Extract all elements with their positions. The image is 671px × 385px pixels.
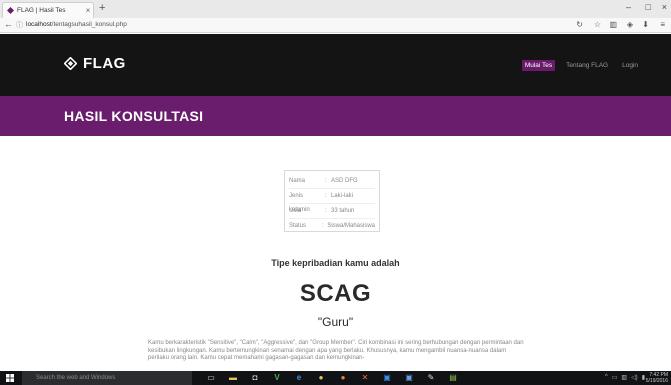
- volume-icon[interactable]: ◁): [631, 374, 638, 381]
- profile-value: Laki-laki: [331, 193, 354, 199]
- paint-icon[interactable]: ✎: [425, 372, 437, 384]
- app-icon[interactable]: ▣: [403, 372, 415, 384]
- store-icon[interactable]: ◘: [249, 372, 261, 384]
- profile-value: ASD DFG: [331, 178, 358, 184]
- flag-favicon-icon: [7, 7, 14, 14]
- profile-value: 33 tahun: [331, 208, 355, 214]
- firefox-icon[interactable]: ●: [337, 372, 349, 384]
- profile-label: Nama: [289, 178, 306, 184]
- new-tab-icon[interactable]: +: [99, 2, 105, 15]
- photoshop-icon[interactable]: ▣: [381, 372, 393, 384]
- taskbar-clock[interactable]: 7:42 PM 5/19/2016: [646, 372, 668, 384]
- taskbar: Search the web and Windows ▭ ▬ ◘ V e ● ●…: [0, 371, 671, 385]
- profile-row: Jenis kelamin : Laki-laki: [289, 189, 375, 213]
- xampp-icon[interactable]: ✕: [359, 372, 371, 384]
- vim-icon[interactable]: V: [271, 372, 283, 384]
- nav-login[interactable]: Login: [619, 60, 641, 71]
- profile-label: Usia: [289, 208, 302, 214]
- browser-tab-title: FLAG | Hasil Tes: [17, 7, 66, 14]
- minimize-icon[interactable]: –: [626, 2, 631, 12]
- nav-tentang-flag[interactable]: Tentang FLAG: [563, 60, 611, 71]
- maximize-icon[interactable]: □: [646, 2, 651, 12]
- taskbar-apps: ▭ ▬ ◘ V e ● ● ✕ ▣ ▣ ✎ ▤: [205, 372, 459, 384]
- window-close-icon[interactable]: ×: [662, 2, 667, 12]
- chrome-icon[interactable]: ●: [315, 372, 327, 384]
- personality-nickname: "Guru": [317, 315, 354, 329]
- profile-label: Status: [289, 223, 307, 229]
- profile-row: Nama : ASD DFG: [289, 174, 375, 189]
- url-text[interactable]: localhost/tentagsuhasil_konsul.php: [26, 21, 127, 28]
- task-view-icon[interactable]: ▭: [205, 372, 217, 384]
- browser-tabstrip: FLAG | Hasil Tes × + – □ ×: [0, 0, 671, 18]
- windows-start-icon[interactable]: [6, 374, 14, 382]
- menu-icon[interactable]: ≡: [660, 20, 665, 29]
- notepad-icon[interactable]: ▤: [447, 372, 459, 384]
- profile-row: Status : Siswa/Mahasiswa: [289, 219, 375, 233]
- personality-code: SCAG: [299, 280, 372, 307]
- reload-icon[interactable]: ↻: [576, 20, 583, 29]
- download-icon[interactable]: ⬇: [642, 20, 649, 29]
- library-icon[interactable]: ▥: [609, 20, 617, 29]
- taskbar-search[interactable]: Search the web and Windows: [22, 371, 192, 385]
- page-banner: HASIL KONSULTASI: [0, 96, 671, 136]
- edge-icon[interactable]: e: [293, 372, 305, 384]
- page-title: HASIL KONSULTASI: [64, 108, 204, 124]
- notification-icon[interactable]: ▮: [642, 374, 645, 381]
- system-tray: ^ ▭ ▥ ◁) ▮: [605, 374, 645, 381]
- battery-icon[interactable]: ▭: [612, 374, 618, 381]
- pocket-icon[interactable]: ◈: [627, 20, 633, 29]
- close-tab-icon[interactable]: ×: [83, 6, 93, 15]
- personality-description: Kamu berkarakteristik "Sensitive", "Calm…: [148, 340, 524, 362]
- back-arrow-icon[interactable]: ←: [4, 19, 13, 29]
- file-explorer-icon[interactable]: ▬: [227, 372, 239, 384]
- info-icon[interactable]: ⓘ: [16, 20, 23, 30]
- result-heading: Tipe kepribadian kamu adalah: [271, 258, 400, 268]
- site-header: FLAG Mulai Tes Tentang FLAG Login: [0, 34, 671, 96]
- logo-text: FLAG: [83, 55, 126, 72]
- profile-row: Usia : 33 tahun: [289, 204, 375, 219]
- nav-mulai-tes[interactable]: Mulai Tes: [521, 60, 556, 71]
- profile-value: Siswa/Mahasiswa: [327, 223, 375, 229]
- address-bar[interactable]: ← ⓘ localhost/tentagsuhasil_konsul.php ↻…: [0, 18, 671, 33]
- profile-label: Jenis kelamin: [289, 193, 310, 213]
- profile-info-box: Nama : ASD DFG Jenis kelamin : Laki-laki…: [284, 170, 380, 232]
- bookmark-star-icon[interactable]: ☆: [594, 20, 601, 29]
- chevron-up-icon[interactable]: ^: [605, 374, 608, 381]
- network-icon[interactable]: ▥: [621, 374, 627, 381]
- clock-date: 5/19/2016: [645, 378, 668, 384]
- site-nav: Mulai Tes Tentang FLAG Login: [521, 60, 641, 71]
- browser-tab[interactable]: FLAG | Hasil Tes ×: [2, 2, 94, 18]
- site-logo[interactable]: FLAG: [64, 55, 126, 72]
- flag-logo-icon: [64, 57, 77, 70]
